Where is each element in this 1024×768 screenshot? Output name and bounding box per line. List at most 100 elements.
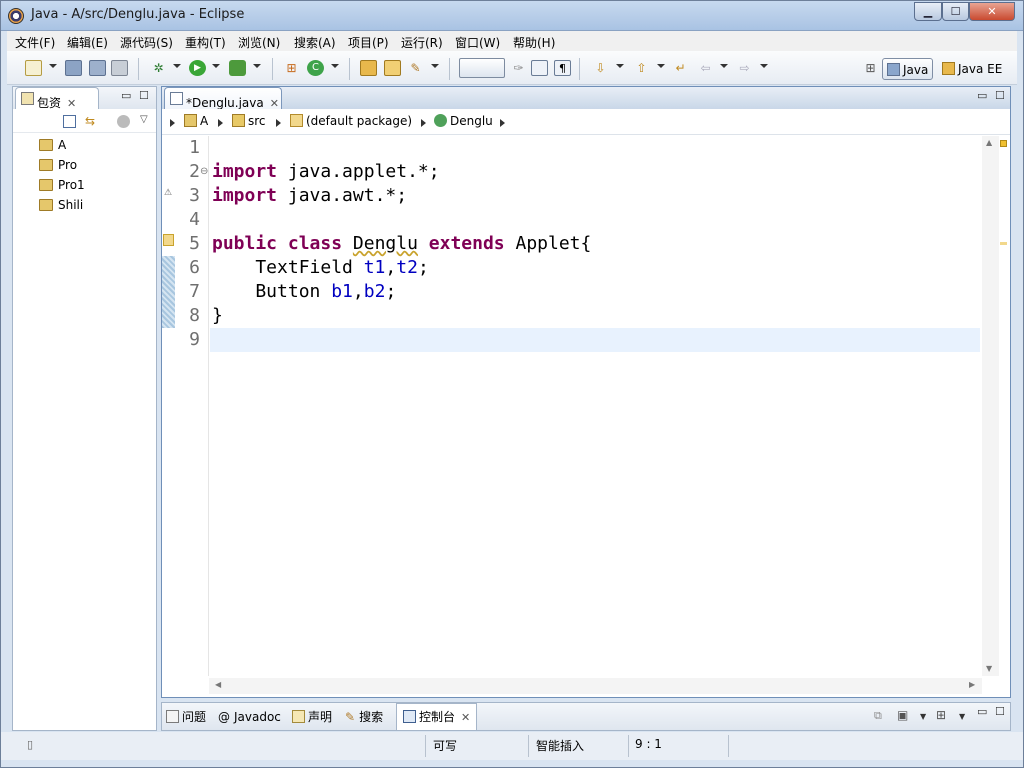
chevron-down-icon[interactable] (616, 64, 624, 68)
scroll-down-icon[interactable]: ▼ (986, 664, 992, 673)
tab-problems[interactable]: 问题 (166, 705, 206, 729)
fold-icon[interactable]: ⊖ (200, 166, 208, 177)
tree-project-pro[interactable]: Pro (39, 156, 77, 174)
tab-denglu-java[interactable]: *Denglu.java ✕ (164, 87, 282, 110)
tab-console[interactable]: 控制台 ✕ (396, 703, 478, 731)
vertical-scrollbar[interactable]: ▲ ▼ (982, 136, 999, 676)
chevron-down-icon[interactable] (253, 64, 261, 68)
occurrences-icon[interactable]: ✑ (510, 60, 527, 76)
chevron-down-icon[interactable] (431, 64, 439, 68)
tab-package-explorer[interactable]: 包资 ✕ (15, 87, 99, 110)
display-console-icon[interactable]: ▣ (897, 708, 908, 722)
chevron-down-icon[interactable] (212, 64, 220, 68)
overview-warning-marker[interactable] (1000, 242, 1007, 245)
show-whitespace-icon[interactable]: ¶ (554, 60, 571, 76)
menu-file[interactable]: 文件(F) (15, 34, 55, 51)
menu-edit[interactable]: 编辑(E) (67, 34, 108, 51)
chevron-down-icon[interactable] (331, 64, 339, 68)
chevron-down-icon[interactable] (49, 64, 57, 68)
perspective-javaee[interactable]: Java EE (938, 58, 1006, 80)
minimize-view-icon[interactable]: ▭ (121, 89, 131, 102)
chevron-down-icon[interactable] (173, 64, 181, 68)
menu-refactor[interactable]: 重构(T) (185, 34, 226, 51)
menu-project[interactable]: 项目(P) (348, 34, 389, 51)
menu-run[interactable]: 运行(R) (401, 34, 443, 51)
minimize-button[interactable]: ▁ (914, 2, 942, 21)
maximize-view-icon[interactable]: ☐ (995, 89, 1005, 102)
breadcrumb-arrow-icon[interactable] (500, 119, 505, 127)
breadcrumb-arrow-icon[interactable] (218, 119, 223, 127)
run-external-icon[interactable] (229, 60, 246, 76)
back-icon[interactable]: ⇦ (697, 60, 714, 76)
new-package-icon[interactable]: ⊞ (283, 60, 300, 76)
scroll-up-icon[interactable]: ▲ (986, 138, 992, 147)
debug-icon[interactable]: ✲ (150, 60, 167, 76)
menu-search[interactable]: 搜索(A) (294, 34, 336, 51)
package-explorer-tab-label: 包资 (37, 96, 62, 110)
tree-project-shili[interactable]: Shili (39, 196, 83, 214)
new-console-icon[interactable]: ⊞ (936, 708, 946, 722)
open-console-icon[interactable]: ⧉ (874, 709, 882, 723)
project-label: A (58, 138, 67, 152)
last-edit-icon[interactable]: ↵ (672, 60, 689, 76)
code-editor[interactable]: ⚠ 1 2 ⊖ 3 4 5 6 7 8 9 import java.applet… (162, 136, 1010, 696)
save-icon[interactable] (65, 60, 82, 76)
menu-source[interactable]: 源代码(S) (120, 34, 173, 51)
breadcrumb-arrow-icon[interactable] (421, 119, 426, 127)
chevron-down-icon[interactable]: ▼ (920, 712, 926, 721)
tree-project-pro1[interactable]: Pro1 (39, 176, 85, 194)
save-all-icon[interactable] (89, 60, 106, 76)
run-icon[interactable]: ▶ (189, 60, 206, 76)
maximize-view-icon[interactable]: ☐ (139, 89, 149, 102)
quickfix-warning-icon[interactable] (163, 234, 174, 246)
menu-window[interactable]: 窗口(W) (455, 34, 500, 51)
maximize-view-icon[interactable]: ☐ (995, 705, 1005, 718)
collapse-all-icon[interactable] (63, 115, 76, 128)
code-text: TextField (212, 257, 364, 278)
view-menu-icon[interactable] (117, 115, 130, 128)
tab-javadoc[interactable]: @ Javadoc (218, 705, 281, 729)
scroll-right-icon[interactable]: ▶ (969, 680, 975, 689)
perspective-java[interactable]: Java (882, 58, 934, 80)
breadcrumb-src[interactable]: src (232, 114, 266, 128)
chevron-down-icon[interactable] (720, 64, 728, 68)
breadcrumb-arrow-icon[interactable] (170, 119, 175, 127)
close-button[interactable]: ✕ (969, 2, 1015, 21)
chevron-down-icon[interactable] (760, 64, 768, 68)
close-icon[interactable]: ✕ (461, 704, 470, 731)
warning-icon[interactable]: ⚠ (164, 188, 172, 198)
chevron-down-icon[interactable]: ▼ (959, 712, 965, 721)
menu-help[interactable]: 帮助(H) (513, 34, 555, 51)
tab-search[interactable]: ✎ 搜索 (345, 705, 383, 729)
fast-view-icon[interactable]: ▯ (27, 738, 33, 751)
toggle-breadcrumb-icon[interactable] (459, 58, 505, 78)
breadcrumb-class[interactable]: Denglu (434, 114, 493, 128)
block-selection-icon[interactable] (531, 60, 548, 76)
overview-status-icon[interactable] (1000, 140, 1007, 147)
title-bar[interactable]: Java - A/src/Denglu.java - Eclipse ▁ ☐ ✕ (1, 1, 1023, 31)
open-type-icon[interactable] (360, 60, 377, 76)
previous-annotation-icon[interactable]: ⇧ (633, 60, 650, 76)
new-class-icon[interactable]: C (307, 60, 324, 76)
next-annotation-icon[interactable]: ⇩ (592, 60, 609, 76)
menu-navigate[interactable]: 浏览(N) (238, 34, 280, 51)
link-with-editor-icon[interactable]: ⇆ (85, 115, 98, 128)
maximize-button[interactable]: ☐ (942, 2, 969, 21)
scroll-left-icon[interactable]: ◀ (215, 680, 221, 689)
horizontal-scrollbar[interactable]: ◀ ▶ (209, 678, 982, 694)
new-icon[interactable] (25, 60, 42, 76)
tree-project-a[interactable]: A (39, 136, 66, 154)
open-perspective-icon[interactable]: ⊞ (862, 60, 879, 76)
breadcrumb-project[interactable]: A (184, 114, 208, 128)
open-task-icon[interactable] (384, 60, 401, 76)
tab-declaration[interactable]: 声明 (292, 705, 332, 729)
forward-icon[interactable]: ⇨ (736, 60, 753, 76)
chevron-down-icon[interactable]: ▽ (140, 114, 148, 125)
search-icon[interactable]: ✎ (407, 60, 424, 76)
breadcrumb-arrow-icon[interactable] (276, 119, 281, 127)
minimize-view-icon[interactable]: ▭ (977, 705, 987, 718)
minimize-view-icon[interactable]: ▭ (977, 89, 987, 102)
print-icon[interactable] (111, 60, 128, 76)
chevron-down-icon[interactable] (657, 64, 665, 68)
breadcrumb-package[interactable]: (default package) (290, 114, 412, 128)
